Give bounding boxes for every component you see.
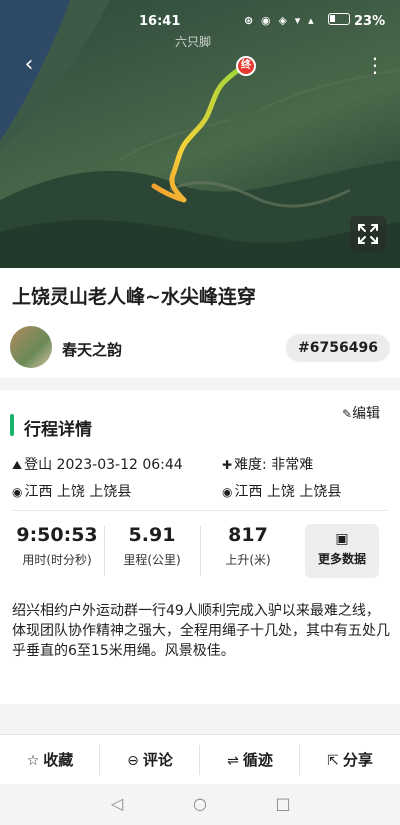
back-chevron-icon[interactable]: ‹ (16, 52, 42, 78)
track-title: 上饶灵山老人峰~水尖峰连穿 (12, 286, 256, 308)
track-id-badge[interactable]: #6756496 (286, 334, 390, 362)
location-pin-icon: ◉ (222, 485, 233, 499)
fullscreen-button[interactable] (350, 216, 386, 252)
more-data-button[interactable]: ▣ 更多数据 (305, 524, 379, 578)
end-location: ◉ 江西 上饶 上饶县 (222, 481, 341, 501)
section-accent-bar (10, 414, 14, 436)
stat-value: 5.91 (128, 524, 176, 546)
follow-track-label: 循迹 (242, 751, 273, 769)
action-bar: ☆ 收藏 ⊖ 评论 ⇌ 循迹 ⇱ 分享 (0, 734, 400, 784)
edit-button[interactable]: ✎编辑 (342, 403, 380, 423)
puzzle-icon: ✚ (222, 458, 233, 472)
divider (12, 510, 388, 511)
battery-icon (328, 13, 350, 25)
more-data-label: 更多数据 (317, 552, 366, 566)
section-title: 行程详情 (24, 420, 92, 440)
track-description: 绍兴相约户外运动群一行49人顺利完成入驴以来最难之线，体现团队协作精神之强大，全… (12, 603, 390, 659)
status-time: 16:41 (139, 14, 181, 29)
edit-label: 编辑 (352, 406, 381, 422)
details-card: 行程详情 ✎编辑 ⛰ 登山 2023-03-12 06:44 ✚ 难度: 非常难 ◉… (0, 390, 400, 704)
stat-ascent: 817 上升(米) (206, 524, 290, 568)
system-nav-bar: ◁ ○ □ (0, 784, 400, 825)
route-line (151, 63, 247, 203)
stat-separator (104, 526, 105, 576)
end-location-text: 江西 上饶 上饶县 (234, 484, 342, 500)
stat-label: 上升(米) (225, 553, 271, 567)
activity-info: ⛰ 登山 2023-03-12 06:44 (12, 454, 183, 474)
share-button[interactable]: ⇱ 分享 (300, 735, 400, 785)
follow-track-button[interactable]: ⇌ 循迹 (200, 735, 300, 785)
star-icon: ☆ (26, 753, 40, 769)
stat-label: 里程(公里) (123, 553, 181, 567)
comment-icon: ⊖ (127, 753, 139, 769)
start-location-text: 江西 上饶 上饶县 (24, 484, 132, 500)
difficulty-info: ✚ 难度: 非常难 (222, 454, 313, 474)
status-icons: ⊛ ◉ ◈ ▾ ▴ (244, 14, 316, 27)
favorite-label: 收藏 (43, 751, 74, 769)
share-label: 分享 (342, 751, 373, 769)
mountain-icon: ⛰ (12, 458, 23, 472)
nav-recent-icon[interactable]: □ (273, 794, 293, 814)
nav-back-icon[interactable]: ◁ (107, 794, 127, 814)
battery-percent: 23% (354, 14, 386, 29)
edit-icon: ✎ (342, 407, 353, 421)
favorite-button[interactable]: ☆ 收藏 (0, 735, 100, 785)
stat-duration: 9:50:53 用时(时分秒) (12, 524, 102, 568)
comment-button[interactable]: ⊖ 评论 (100, 735, 200, 785)
stat-label: 用时(时分秒) (22, 553, 92, 567)
track-header: 上饶灵山老人峰~水尖峰连穿 春天之韵 #6756496 (0, 268, 400, 378)
activity-text: 登山 2023-03-12 06:44 (24, 457, 183, 473)
location-pin-icon: ◉ (12, 485, 23, 499)
end-marker: 终 (236, 56, 256, 76)
route-map[interactable]: 16:41 ⊛ ◉ ◈ ▾ ▴ 23% 六只脚 ‹ ⋮ 终 (0, 0, 400, 268)
start-location: ◉ 江西 上饶 上饶县 (12, 481, 131, 501)
route-icon: ⇌ (227, 753, 239, 769)
author-name[interactable]: 春天之韵 (62, 339, 122, 360)
comment-label: 评论 (142, 751, 173, 769)
stat-value: 9:50:53 (16, 524, 98, 546)
map-place-label: 六只脚 (175, 35, 212, 49)
nav-home-icon[interactable]: ○ (190, 794, 210, 814)
stat-separator (200, 526, 201, 576)
expand-icon (358, 224, 378, 244)
avatar[interactable] (10, 326, 52, 368)
share-icon: ⇱ (327, 753, 339, 769)
more-vertical-icon[interactable]: ⋮ (364, 52, 386, 78)
difficulty-text: 难度: 非常难 (234, 457, 314, 473)
chart-icon: ▣ (335, 531, 349, 547)
stat-distance: 5.91 里程(公里) (110, 524, 194, 568)
stat-value: 817 (228, 524, 268, 546)
